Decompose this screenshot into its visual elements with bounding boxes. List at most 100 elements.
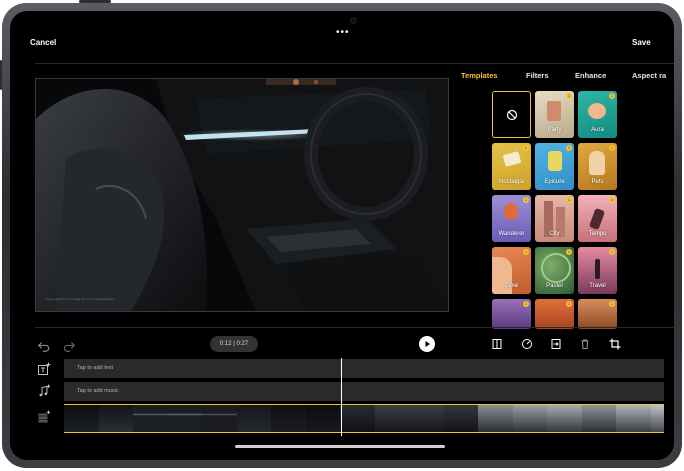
car-interior-frame [36,79,448,311]
epicure-thumbnail [548,151,562,171]
video-preview[interactable]: This product is not for sale but not for… [35,78,449,312]
more-options-button[interactable]: ••• [336,27,350,38]
template-tempo[interactable]: ↓ Tempo [578,195,617,242]
template-none[interactable] [492,91,531,138]
template-wanderer[interactable]: ↓ Wanderer [492,195,531,242]
download-icon: ↓ [566,301,572,307]
download-icon: ↓ [566,249,572,255]
template-label: Travel [589,283,606,289]
template-pastel[interactable]: ↓ Pastel [535,247,574,294]
template-label: Aura [591,127,604,133]
template-label: Tempo [588,231,607,237]
redo-icon[interactable] [62,339,76,353]
balloon-thumbnail [504,203,518,220]
template-more-1[interactable]: ↓ [492,299,531,329]
playhead[interactable] [341,358,342,436]
play-icon [425,341,430,347]
add-text-placeholder: Tap to add text [77,365,114,371]
tab-enhance[interactable]: Enhance [575,71,606,80]
timeline-frame [443,405,478,432]
aura-thumbnail [588,103,606,119]
template-label: Time [504,283,519,289]
no-template-icon [506,109,518,121]
download-icon: ↓ [566,197,572,203]
download-icon: ↓ [609,93,615,99]
split-icon[interactable] [490,337,504,351]
side-button [79,0,111,3]
toolbar-divider [35,327,674,328]
download-icon: ↓ [609,301,615,307]
template-more-3[interactable]: ↓ [578,299,617,329]
tab-filters[interactable]: Filters [526,71,549,80]
template-aura[interactable]: ↓ Aura [578,91,617,138]
nostalgia-thumbnail [502,151,522,167]
template-label: Nostalgia [498,179,524,185]
timeline-frame [409,405,444,432]
timeline-frame [305,405,340,432]
timeline-frame [581,405,616,432]
playback-time: 0:12 | 0:27 [210,336,258,352]
template-time[interactable]: ↓ Time [492,247,531,294]
header-divider [35,63,674,64]
tab-aspect-ratio[interactable]: Aspect ra [632,71,666,80]
home-indicator[interactable] [235,445,445,448]
template-nostalgia[interactable]: ↓ Nostalgia [492,143,531,190]
front-camera [350,17,357,24]
crop-icon[interactable] [608,337,622,351]
download-icon: ↓ [609,249,615,255]
timeline-frame [133,405,168,432]
tempo-thumbnail [588,207,606,231]
party-thumbnail [547,101,561,121]
timeline-frame [236,405,271,432]
add-music-placeholder: Tap to add music [77,388,119,394]
music-track[interactable]: Tap to add music [64,382,664,401]
timeline-frame [616,405,651,432]
play-button[interactable] [419,336,435,352]
template-travel[interactable]: ↓ Travel [578,247,617,294]
template-label: Party [547,127,562,133]
save-button[interactable]: Save [632,38,651,47]
download-icon: ↓ [566,93,572,99]
template-city[interactable]: ↓ City [535,195,574,242]
cancel-button[interactable]: Cancel [30,38,56,47]
timeline-frame [167,405,202,432]
template-epicure[interactable]: ↓ Epicure [535,143,574,190]
edit-tabs: Templates Filters Enhance Aspect ra [450,71,674,85]
download-icon: ↓ [523,301,529,307]
timeline-frame [202,405,237,432]
template-label: Pastel [546,283,563,289]
download-icon: ↓ [609,197,615,203]
timeline-frame [98,405,133,432]
tab-templates[interactable]: Templates [461,71,498,80]
download-icon: ↓ [609,145,615,151]
add-music-icon[interactable] [37,384,51,398]
travel-thumbnail [595,259,600,279]
template-more-2[interactable]: ↓ [535,299,574,329]
preview-disclaimer: This product is not for sale but not for… [45,297,116,301]
timeline-frame [478,405,513,432]
timeline-frame [271,405,306,432]
timeline-frame [547,405,582,432]
template-label: Epicure [544,179,565,185]
template-pets[interactable]: ↓ Pets [578,143,617,190]
add-clip-icon[interactable] [37,410,51,424]
volume-button [0,60,2,90]
video-timeline[interactable] [64,404,664,433]
timeline-frame [650,405,664,432]
pets-thumbnail [589,151,605,175]
app-screen: Cancel ••• Save This product is not for … [10,11,674,460]
add-text-icon[interactable] [37,362,51,376]
import-icon[interactable] [549,337,563,351]
text-track[interactable]: Tap to add text [64,359,664,378]
speed-icon[interactable] [520,337,534,351]
delete-icon[interactable] [578,337,592,351]
template-party[interactable]: ↓ Party [535,91,574,138]
undo-icon[interactable] [37,339,51,353]
timeline-frame [512,405,547,432]
template-label: City [549,231,560,237]
download-icon: ↓ [523,145,529,151]
download-icon: ↓ [523,249,529,255]
timeline-frame [64,405,99,432]
template-label: Pets [591,179,604,185]
template-label: Wanderer [498,231,525,237]
